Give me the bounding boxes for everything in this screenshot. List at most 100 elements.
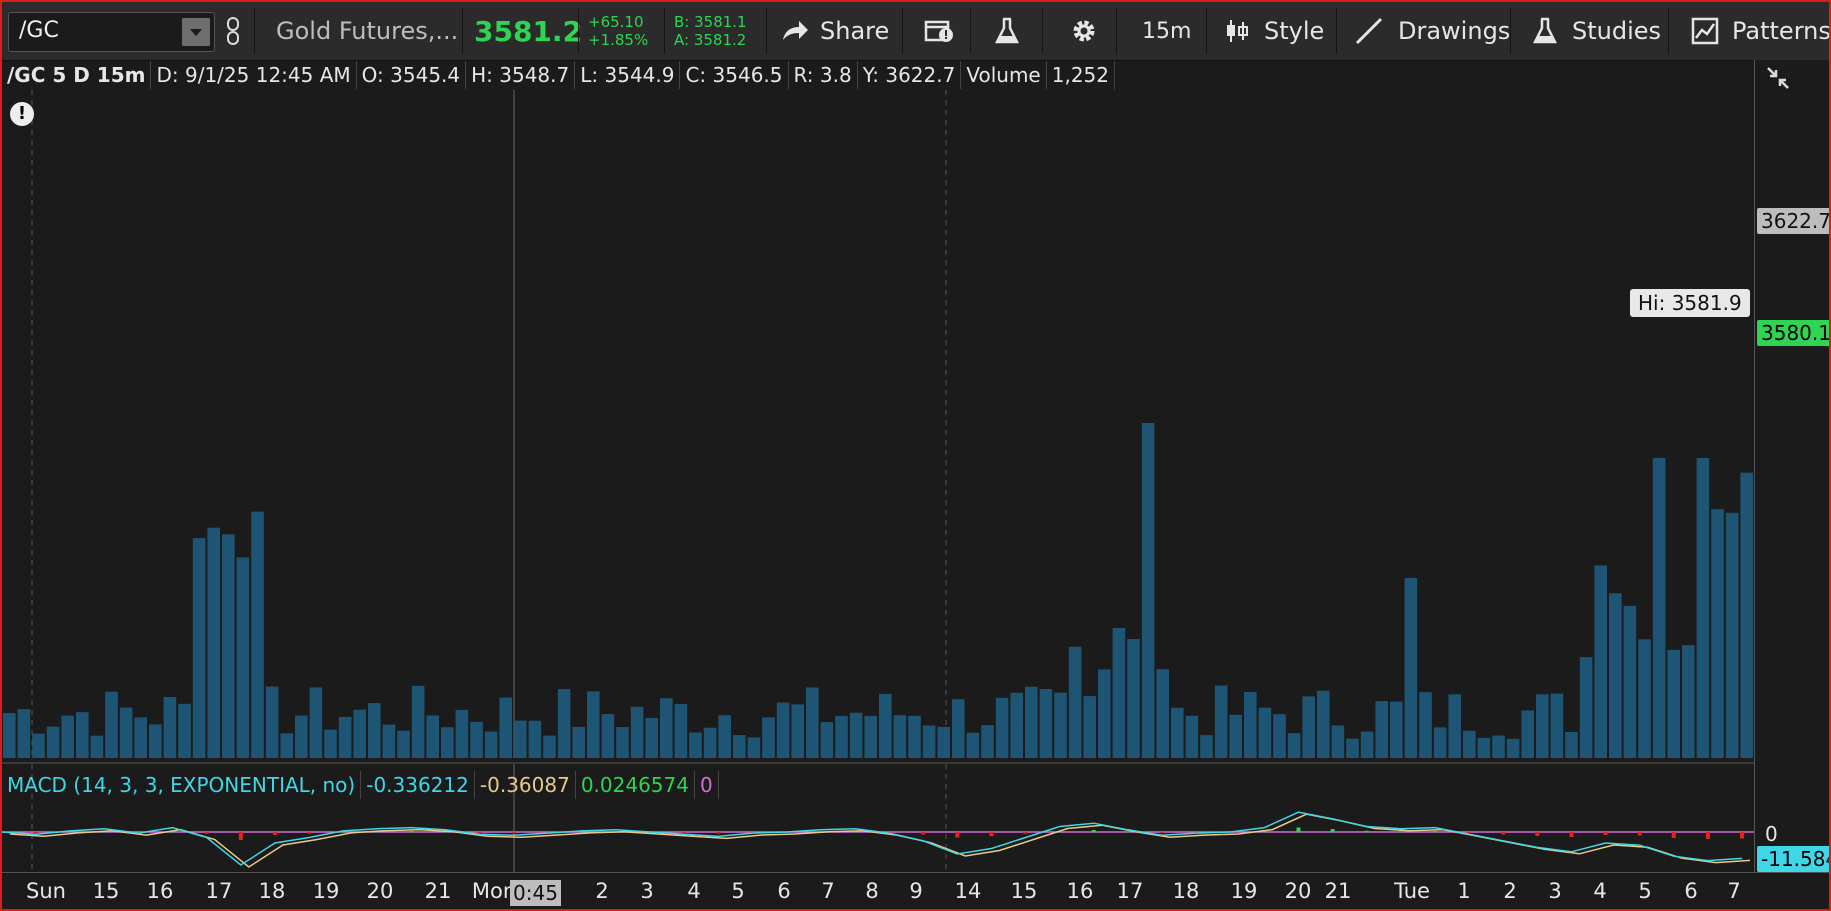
time-tick-label: 5 xyxy=(731,879,745,903)
volume-bar xyxy=(1725,512,1739,758)
volume-bar xyxy=(1302,696,1315,758)
alert-icon[interactable]: ! xyxy=(10,102,34,126)
volume-bar xyxy=(1331,725,1345,758)
bar-y: Y: 3622.7 xyxy=(858,61,962,89)
volume-bar xyxy=(1433,727,1447,758)
volume-bar xyxy=(660,698,673,758)
volume-bar xyxy=(601,714,615,758)
macd-zero-label: 0 xyxy=(1765,822,1778,846)
volume-bar xyxy=(105,691,118,758)
volume-bar xyxy=(1010,692,1023,758)
time-tick-label: 15 xyxy=(1010,879,1038,903)
macd-value-tag: -11.584 xyxy=(1757,846,1829,872)
volume-bar xyxy=(295,715,308,758)
volume-bar xyxy=(236,557,250,758)
macd-histogram-bar xyxy=(68,831,73,833)
drawings-label: Drawings xyxy=(1398,17,1511,45)
time-tick-label: 4 xyxy=(687,879,701,903)
volume-bar xyxy=(251,511,264,758)
time-tick-label: 3 xyxy=(640,879,654,903)
flask-icon[interactable] xyxy=(994,2,1020,60)
macd-histogram-bar xyxy=(1160,832,1164,834)
patterns-button[interactable]: Patterns xyxy=(1690,2,1831,60)
calendar-alert-icon[interactable] xyxy=(924,2,954,60)
time-tick-label: 17 xyxy=(1116,879,1144,903)
volume-bar xyxy=(3,713,16,758)
volume-bar xyxy=(1214,685,1228,758)
volume-bar xyxy=(1185,715,1199,758)
volume-bar xyxy=(1273,714,1286,758)
studies-button[interactable]: Studies xyxy=(1532,2,1661,60)
time-tick-label: 1 xyxy=(1457,879,1471,903)
patterns-label: Patterns xyxy=(1732,17,1831,45)
price-axis[interactable]: 3660364036203600358035603540352035003480… xyxy=(1754,60,1829,872)
volume-bar xyxy=(1609,593,1622,758)
volume-bar xyxy=(353,709,366,758)
volume-label: Volume xyxy=(961,61,1047,89)
timeframe-button[interactable]: 15m xyxy=(1142,2,1191,60)
volume-bar xyxy=(528,720,542,758)
chart-window: /GC Gold Futures,... 3581.2 +65.10 +1.85… xyxy=(0,0,1831,911)
time-tick-label: 8 xyxy=(865,879,879,903)
macd-histogram-bar xyxy=(511,832,516,834)
volume-bar xyxy=(1375,701,1388,758)
collapse-icon[interactable] xyxy=(1764,64,1792,92)
drawings-button[interactable]: Drawings xyxy=(1354,2,1510,60)
last-price: 3581.2 xyxy=(474,14,583,48)
net-change: +65.10 xyxy=(588,13,644,31)
macd-histogram-bar xyxy=(1091,830,1096,833)
link-icon[interactable] xyxy=(226,2,246,60)
volume-bar xyxy=(207,527,220,758)
y-price-tag: 3622.7 xyxy=(1757,208,1829,234)
macd-histogram-bar xyxy=(272,832,277,835)
chevron-down-icon[interactable] xyxy=(182,18,210,46)
volume-bar xyxy=(426,715,439,758)
price-pane[interactable]: SELL 2 WEEKLY ($3599)SELL 1 WEEKLY ($355… xyxy=(2,90,1754,758)
time-tick-label: 6 xyxy=(777,879,791,903)
volume-bar xyxy=(645,717,658,758)
volume-bar xyxy=(1536,694,1549,758)
volume-bar xyxy=(981,725,994,758)
macd-histogram-bar xyxy=(580,831,584,833)
volume-bar xyxy=(849,712,863,758)
studies-label: Studies xyxy=(1572,17,1662,45)
volume-bar xyxy=(1565,731,1578,758)
volume-bar xyxy=(455,709,469,758)
volume-bar xyxy=(1448,694,1461,758)
volume-bar xyxy=(1682,645,1695,758)
volume-bar xyxy=(1740,472,1753,758)
time-tick-label: 2 xyxy=(595,879,609,903)
volume-bar xyxy=(484,731,498,758)
volume-bar xyxy=(1039,689,1053,758)
style-button[interactable]: Style xyxy=(1224,2,1324,60)
symbol-input[interactable]: /GC xyxy=(19,18,59,43)
time-tick-label: 20 xyxy=(1284,879,1312,903)
patterns-icon xyxy=(1691,17,1719,45)
volume-bar xyxy=(820,722,834,758)
time-tick-label: 21 xyxy=(1324,879,1352,903)
volume-bar xyxy=(689,732,702,758)
macd-histogram-bar xyxy=(1569,832,1574,837)
volume-bar xyxy=(178,703,191,758)
volume-bar xyxy=(1083,696,1096,758)
volume-bar xyxy=(543,735,556,758)
volume-bar xyxy=(1623,605,1637,758)
volume-bar xyxy=(1068,646,1082,758)
symbol-selector[interactable]: /GC xyxy=(8,12,215,52)
volume-bar xyxy=(806,687,819,758)
macd-histogram-bar xyxy=(1603,832,1608,835)
volume-bar xyxy=(1229,714,1242,758)
time-axis[interactable]: Sun 15 16 17 18 19 20 21 Mon 2 3 4 5 6 7 8 9 14 15 16 17 18 19… xyxy=(2,872,1829,909)
high-label: Hi: 3581.9 xyxy=(1630,289,1750,317)
share-button[interactable]: Share xyxy=(780,2,889,60)
volume-bar xyxy=(893,715,907,758)
volume-bar xyxy=(222,534,235,758)
volume-bar xyxy=(1419,692,1432,758)
gear-icon[interactable] xyxy=(1070,2,1098,60)
volume-bar xyxy=(1244,692,1257,758)
volume-bar xyxy=(32,733,45,758)
volume-bar xyxy=(922,725,936,758)
volume-bar xyxy=(163,697,177,758)
macd-title[interactable]: MACD (14, 3, 3, EXPONENTIAL, no) xyxy=(2,771,362,799)
price-chart[interactable]: SELL 2 WEEKLY ($3599)SELL 1 WEEKLY ($355… xyxy=(2,90,1754,758)
